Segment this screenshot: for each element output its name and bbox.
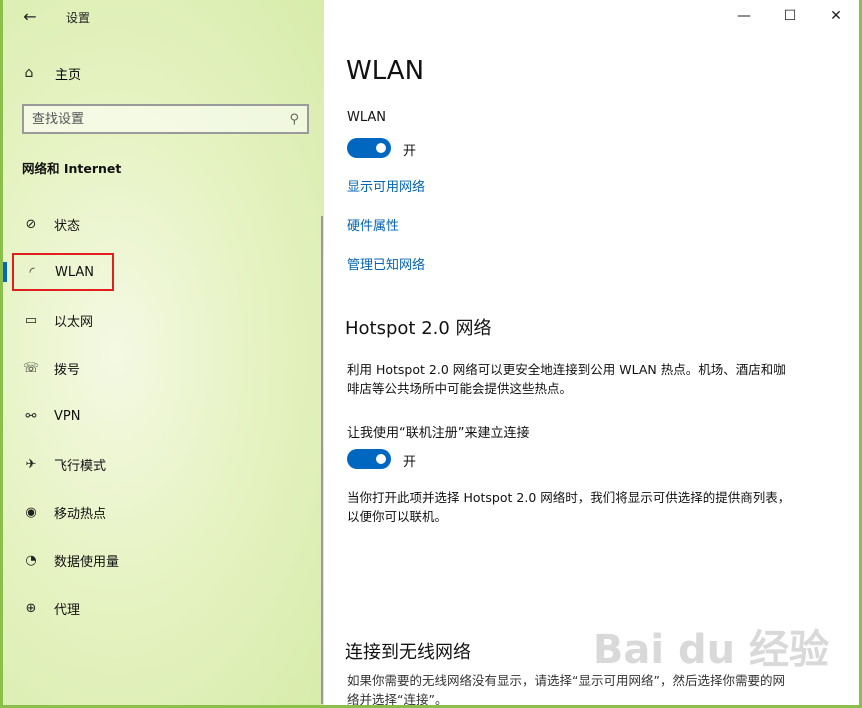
sidebar-item-label: 拨号 (54, 362, 81, 378)
sidebar-titlebar: ← 设置 (3, 0, 324, 34)
home-nav-item[interactable]: ⌂ 主页 (19, 58, 309, 88)
sidebar-item-label: 状态 (54, 218, 81, 234)
wlan-toggle[interactable] (347, 138, 391, 158)
hardware-properties-link[interactable]: 硬件属性 (347, 215, 399, 234)
ethernet-icon: ▭ (24, 312, 38, 328)
airplane-icon: ✈ (25, 456, 37, 472)
highlight-box: ◜ WLAN (12, 253, 115, 291)
sidebar-item-label: 以太网 (54, 314, 94, 330)
search-icon[interactable]: ⚲ (289, 112, 299, 127)
watermark-logo: Bai du 经验 (592, 627, 829, 673)
settings-sidebar: ← 设置 ⌂ 主页 ⚲ 网络和 Internet ⊘ 状态 ◜ WLAN ▭ 以… (0, 0, 324, 708)
search-input[interactable] (32, 111, 290, 127)
sidebar-item-ethernet[interactable]: ▭ 以太网 (3, 296, 319, 344)
page-title: WLAN (346, 56, 425, 86)
wlan-toggle-state: 开 (403, 144, 417, 159)
sidebar-item-wlan[interactable]: ◜ WLAN (3, 248, 319, 296)
search-box[interactable]: ⚲ (22, 104, 309, 134)
sidebar-item-label: WLAN (55, 264, 95, 280)
online-registration-toggle[interactable] (347, 449, 391, 469)
window-controls: — ☐ ✕ (721, 0, 859, 32)
vpn-icon: ⚯ (25, 408, 37, 424)
sidebar-item-dialup[interactable]: ☏ 拨号 (3, 344, 319, 392)
content-pane: — ☐ ✕ WLAN WLAN 开 显示可用网络 硬件属性 管理已知网络 Hot… (324, 0, 862, 708)
data-usage-icon: ◔ (25, 552, 37, 568)
sidebar-item-label: VPN (54, 408, 81, 424)
sidebar-item-label: 数据使用量 (54, 554, 120, 570)
minimize-icon[interactable]: — (721, 0, 767, 32)
section-title: 网络和 Internet (22, 161, 122, 176)
sidebar-scrollbar[interactable] (321, 216, 323, 704)
wifi-icon: ◜ (29, 264, 35, 280)
status-icon: ⊘ (25, 216, 37, 232)
wlan-label: WLAN (347, 110, 387, 125)
sidebar-item-label: 代理 (54, 602, 81, 618)
sidebar-nav: ⊘ 状态 ◜ WLAN ▭ 以太网 ☏ 拨号 ⚯ VPN ✈ 飞行模式 ◉ 移动… (3, 200, 319, 632)
hotspot-note: 当你打开此项并选择 Hotspot 2.0 网络时，我们将显示可供选择的提供商列… (347, 490, 791, 524)
show-available-networks-link[interactable]: 显示可用网络 (347, 176, 425, 195)
sidebar-item-status[interactable]: ⊘ 状态 (3, 200, 319, 248)
dialup-icon: ☏ (22, 360, 40, 376)
sidebar-item-mobile-hotspot[interactable]: ◉ 移动热点 (3, 488, 319, 536)
close-icon[interactable]: ✕ (813, 0, 859, 32)
sidebar-item-label: 飞行模式 (54, 458, 107, 474)
sidebar-item-proxy[interactable]: ⊕ 代理 (3, 584, 319, 632)
sidebar-item-label: 移动热点 (54, 506, 107, 522)
back-arrow-icon[interactable]: ← (16, 4, 44, 30)
hotspot-section-title: Hotspot 2.0 网络 (345, 318, 492, 339)
sidebar-item-airplane-mode[interactable]: ✈ 飞行模式 (3, 440, 319, 488)
manage-known-networks-link[interactable]: 管理已知网络 (347, 254, 425, 273)
maximize-icon[interactable]: ☐ (767, 0, 813, 32)
connect-section-title: 连接到无线网络 (345, 642, 471, 663)
online-registration-label: 让我使用“联机注册”来建立连接 (347, 426, 530, 441)
connect-description: 如果你需要的无线网络没有显示，请选择“显示可用网络”，然后选择你需要的网络并选择… (347, 673, 785, 707)
app-title: 设置 (66, 11, 91, 25)
hotspot-description: 利用 Hotspot 2.0 网络可以更安全地连接到公用 WLAN 热点。机场、… (347, 362, 786, 396)
home-label: 主页 (55, 67, 82, 83)
home-icon: ⌂ (24, 65, 34, 81)
sidebar-item-data-usage[interactable]: ◔ 数据使用量 (3, 536, 319, 584)
globe-icon: ⊕ (25, 600, 37, 616)
sidebar-item-vpn[interactable]: ⚯ VPN (3, 392, 319, 440)
hotspot-icon: ◉ (25, 504, 37, 520)
online-registration-toggle-state: 开 (403, 455, 417, 470)
